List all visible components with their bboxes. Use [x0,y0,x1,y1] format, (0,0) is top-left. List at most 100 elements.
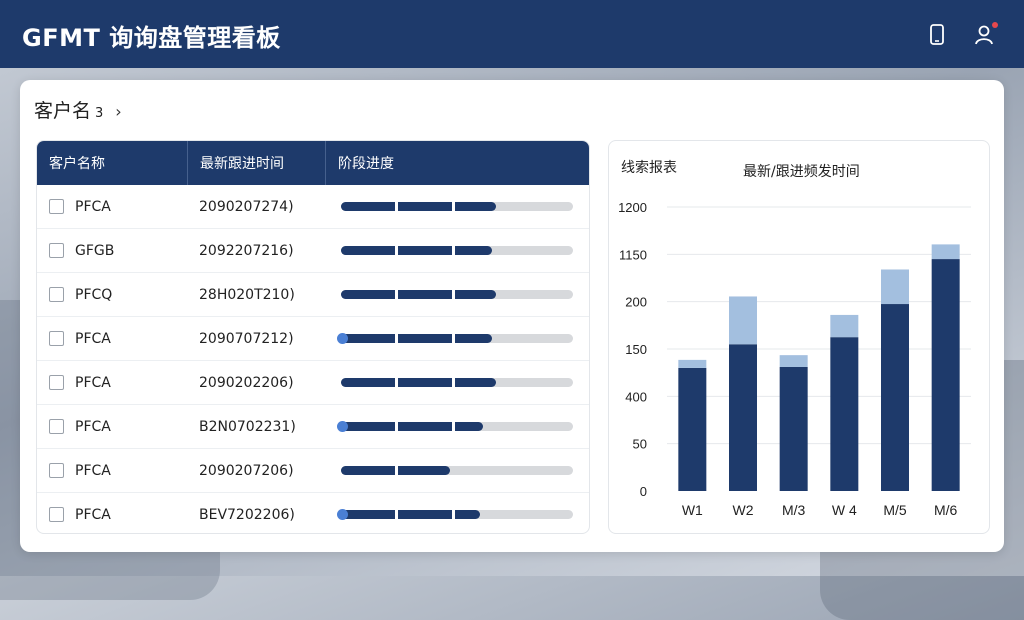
bar-top [881,269,909,305]
followup-time: 2090207274) [199,198,294,215]
followup-time: B2N0702231) [199,418,296,435]
progress-bar [337,509,573,520]
header-customer-name[interactable]: 客户名称 [37,141,187,185]
bar-chart: 0 50 400 150 200 1150 1200 W1 W2 M/3 W 4 M/5 M/6 [618,200,971,518]
followup-time: 28H020T210) [199,286,295,303]
bar-top [931,244,960,260]
customer-cell: PFCA [37,463,187,479]
progress-cell [325,290,589,299]
customer-name: PFCA [75,506,111,523]
customer-cell: PFCQ [37,287,187,303]
breadcrumb[interactable]: 客户名 3 › [34,96,122,123]
y-tick-label: 150 [625,342,647,357]
user-icon[interactable] [972,22,998,48]
progress-bar [341,246,573,255]
progress-cell [325,509,589,520]
progress-bar [341,466,573,475]
row-checkbox[interactable] [49,463,64,478]
followup-time: 2090207206) [199,462,294,479]
row-checkbox[interactable] [49,419,64,434]
table-row[interactable]: PFCQ 28H020T210) [37,273,589,317]
bar-main [779,366,808,491]
progress-fill [341,378,497,387]
y-tick-label: 0 [640,484,647,499]
table-row[interactable]: PFCA B2N0702231) [37,405,589,449]
progress-bar [341,290,573,299]
customer-cell: PFCA [37,331,187,347]
progress-fill [341,334,492,343]
customer-name: PFCA [75,462,111,479]
progress-marker [337,509,348,520]
customer-cell: PFCA [37,375,187,391]
progress-bar [337,421,573,432]
bar-top [779,355,808,367]
customer-cell: PFCA [37,419,187,435]
table-row[interactable]: PFCA BEV7202206) [37,493,589,533]
x-tick-label: M/5 [883,502,907,518]
progress-fill [341,510,481,519]
row-checkbox[interactable] [49,375,64,390]
phone-icon[interactable] [924,22,950,48]
bar-top [830,314,859,338]
progress-fill [341,422,483,431]
customer-cell: GFGB [37,243,187,259]
table-body: PFCA 2090207274) GFGB 2092207216) PFCQ 28H020… [37,185,589,533]
row-checkbox[interactable] [49,287,64,302]
customer-cell: PFCA [37,507,187,523]
table-row[interactable]: PFCA 2090207206) [37,449,589,493]
app-title: GFMT 询询盘管理看板 [22,24,281,52]
progress-marker [337,421,348,432]
header-stage-progress[interactable]: 阶段进度 [325,141,589,185]
y-tick-label: 200 [625,295,647,310]
top-bar: GFMT 询询盘管理看板 [0,0,1024,68]
row-checkbox[interactable] [49,331,64,346]
bar-top [678,359,707,368]
progress-bar [341,378,573,387]
bar-top [729,296,757,345]
bar-main [729,344,757,491]
customer-name: PFCQ [75,286,113,303]
customer-name: PFCA [75,374,111,391]
progress-fill [341,290,497,299]
row-checkbox[interactable] [49,507,64,522]
progress-cell [325,202,589,211]
customer-name: PFCA [75,198,111,215]
customer-name: PFCA [75,418,111,435]
table-row[interactable]: GFGB 2092207216) [37,229,589,273]
customer-table: 客户名称 最新跟进时间 阶段进度 PFCA 2090207274) GFGB 2092… [36,140,590,534]
progress-cell [325,333,589,344]
bar-main [678,367,707,491]
followup-time: BEV7202206) [199,506,295,523]
chart-panel: 线索报表 最新/跟进频发时间 0 50 400 150 200 1150 1200 W1 W2 M… [608,140,990,534]
followup-time: 2090202206) [199,374,294,391]
progress-fill [341,246,492,255]
row-checkbox[interactable] [49,243,64,258]
customer-name: PFCA [75,330,111,347]
x-tick-label: W2 [733,502,754,518]
progress-fill [341,202,497,211]
x-tick-label: M/6 [934,502,958,518]
progress-cell [325,466,589,475]
followup-time: 2092207216) [199,242,294,259]
y-tick-label: 1150 [619,247,647,262]
customer-name: GFGB [75,242,115,259]
row-checkbox[interactable] [49,199,64,214]
progress-marker [337,333,348,344]
main-card: 客户名 3 › 客户名称 最新跟进时间 阶段进度 PFCA 2090207274) GF… [20,80,1004,552]
y-tick-label: 400 [625,389,647,404]
y-tick-label: 50 [633,437,647,452]
x-tick-label: W1 [682,502,703,518]
progress-cell [325,421,589,432]
header-latest-followup[interactable]: 最新跟进时间 [187,141,325,185]
table-row[interactable]: PFCA 2090202206) [37,361,589,405]
customer-cell: PFCA [37,199,187,215]
table-row[interactable]: PFCA 2090207274) [37,185,589,229]
bar-main [931,259,960,491]
notification-dot [992,22,998,28]
table-header: 客户名称 最新跟进时间 阶段进度 [37,141,589,185]
progress-bar [337,333,573,344]
progress-cell [325,246,589,255]
table-row[interactable]: PFCA 2090707212) [37,317,589,361]
chevron-right-icon[interactable]: › [115,102,121,121]
x-tick-label: M/3 [782,502,806,518]
